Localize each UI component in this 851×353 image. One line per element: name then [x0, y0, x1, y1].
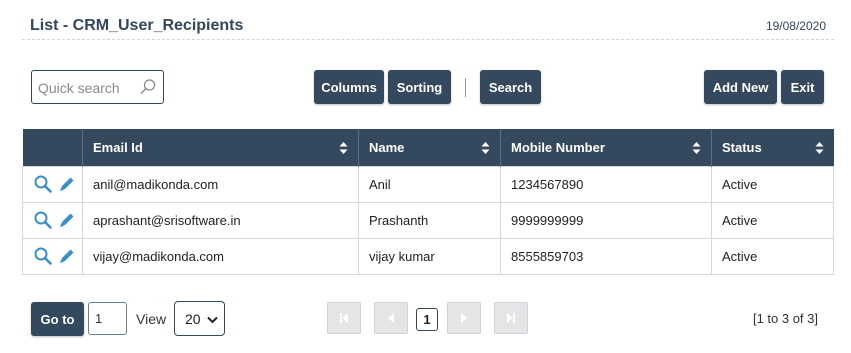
toolbar-divider — [465, 78, 466, 97]
go-to-button[interactable]: Go to — [31, 302, 84, 336]
cell-name: vijay kumar — [358, 237, 501, 275]
recipients-table: Email Id Name Mobile Number Status anil@… — [22, 129, 834, 275]
cell-name: Anil — [358, 165, 501, 203]
cell-status: Active — [711, 165, 834, 203]
edit-icon[interactable] — [57, 246, 77, 266]
record-range-text: [1 to 3 of 3] — [752, 311, 818, 326]
sorting-button[interactable]: Sorting — [388, 70, 451, 104]
edit-icon[interactable] — [57, 174, 77, 194]
view-label: View — [136, 311, 167, 327]
cell-status: Active — [711, 201, 834, 239]
column-header-email[interactable]: Email Id — [82, 129, 359, 166]
previous-page-icon — [388, 313, 394, 323]
go-to-page-input[interactable] — [88, 302, 127, 335]
search-icon[interactable] — [139, 78, 157, 96]
column-header-name[interactable]: Name — [358, 129, 501, 166]
page-header: List - CRM_User_Recipients 19/08/2020 — [22, 0, 834, 40]
column-header-actions — [22, 129, 83, 166]
row-actions — [22, 237, 83, 275]
cell-mobile: 9999999999 — [500, 201, 712, 239]
sort-icon[interactable] — [692, 141, 701, 155]
column-header-status[interactable]: Status — [711, 129, 834, 166]
cell-mobile: 1234567890 — [500, 165, 712, 203]
sort-icon[interactable] — [339, 141, 348, 155]
view-icon[interactable] — [33, 174, 53, 194]
sort-icon[interactable] — [481, 141, 490, 155]
page-date: 19/08/2020 — [765, 19, 826, 33]
columns-button[interactable]: Columns — [314, 70, 384, 104]
previous-page-button[interactable] — [374, 302, 408, 334]
next-page-icon — [461, 313, 467, 323]
cell-email: anil@madikonda.com — [82, 165, 359, 203]
next-page-button[interactable] — [447, 302, 481, 334]
first-page-button[interactable] — [327, 302, 361, 334]
table-row: anil@madikonda.com Anil 1234567890 Activ… — [22, 165, 834, 203]
row-actions — [22, 201, 83, 239]
cell-mobile: 8555859703 — [500, 237, 712, 275]
cell-name: Prashanth — [358, 201, 501, 239]
quick-search-input[interactable] — [38, 78, 134, 98]
first-page-icon — [340, 313, 348, 323]
view-icon[interactable] — [33, 210, 53, 230]
last-page-icon — [507, 313, 515, 323]
column-header-label: Status — [722, 139, 762, 155]
sort-icon[interactable] — [815, 141, 824, 155]
cell-email: aprashant@srisoftware.in — [82, 201, 359, 239]
last-page-button[interactable] — [494, 302, 528, 334]
page-title: List - CRM_User_Recipients — [30, 17, 244, 34]
view-icon[interactable] — [33, 246, 53, 266]
column-header-mobile[interactable]: Mobile Number — [500, 129, 712, 166]
exit-button[interactable]: Exit — [781, 70, 824, 104]
quick-search-box[interactable] — [31, 70, 164, 104]
column-header-label: Mobile Number — [511, 139, 605, 155]
table-header-row: Email Id Name Mobile Number Status — [22, 129, 834, 166]
column-header-label: Name — [369, 139, 405, 155]
table-row: aprashant@srisoftware.in Prashanth 99999… — [22, 201, 834, 239]
edit-icon[interactable] — [57, 210, 77, 230]
cell-status: Active — [711, 237, 834, 275]
row-actions — [22, 165, 83, 203]
chevron-down-icon — [207, 316, 218, 324]
column-header-label: Email Id — [93, 139, 143, 155]
current-page-indicator[interactable]: 1 — [416, 308, 438, 331]
page-size-select[interactable]: 20 — [174, 301, 225, 336]
search-button[interactable]: Search — [480, 70, 541, 104]
table-row: vijay@madikonda.com vijay kumar 85558597… — [22, 237, 834, 275]
add-new-button[interactable]: Add New — [704, 70, 777, 104]
cell-email: vijay@madikonda.com — [82, 237, 359, 275]
page-size-value: 20 — [185, 311, 201, 327]
